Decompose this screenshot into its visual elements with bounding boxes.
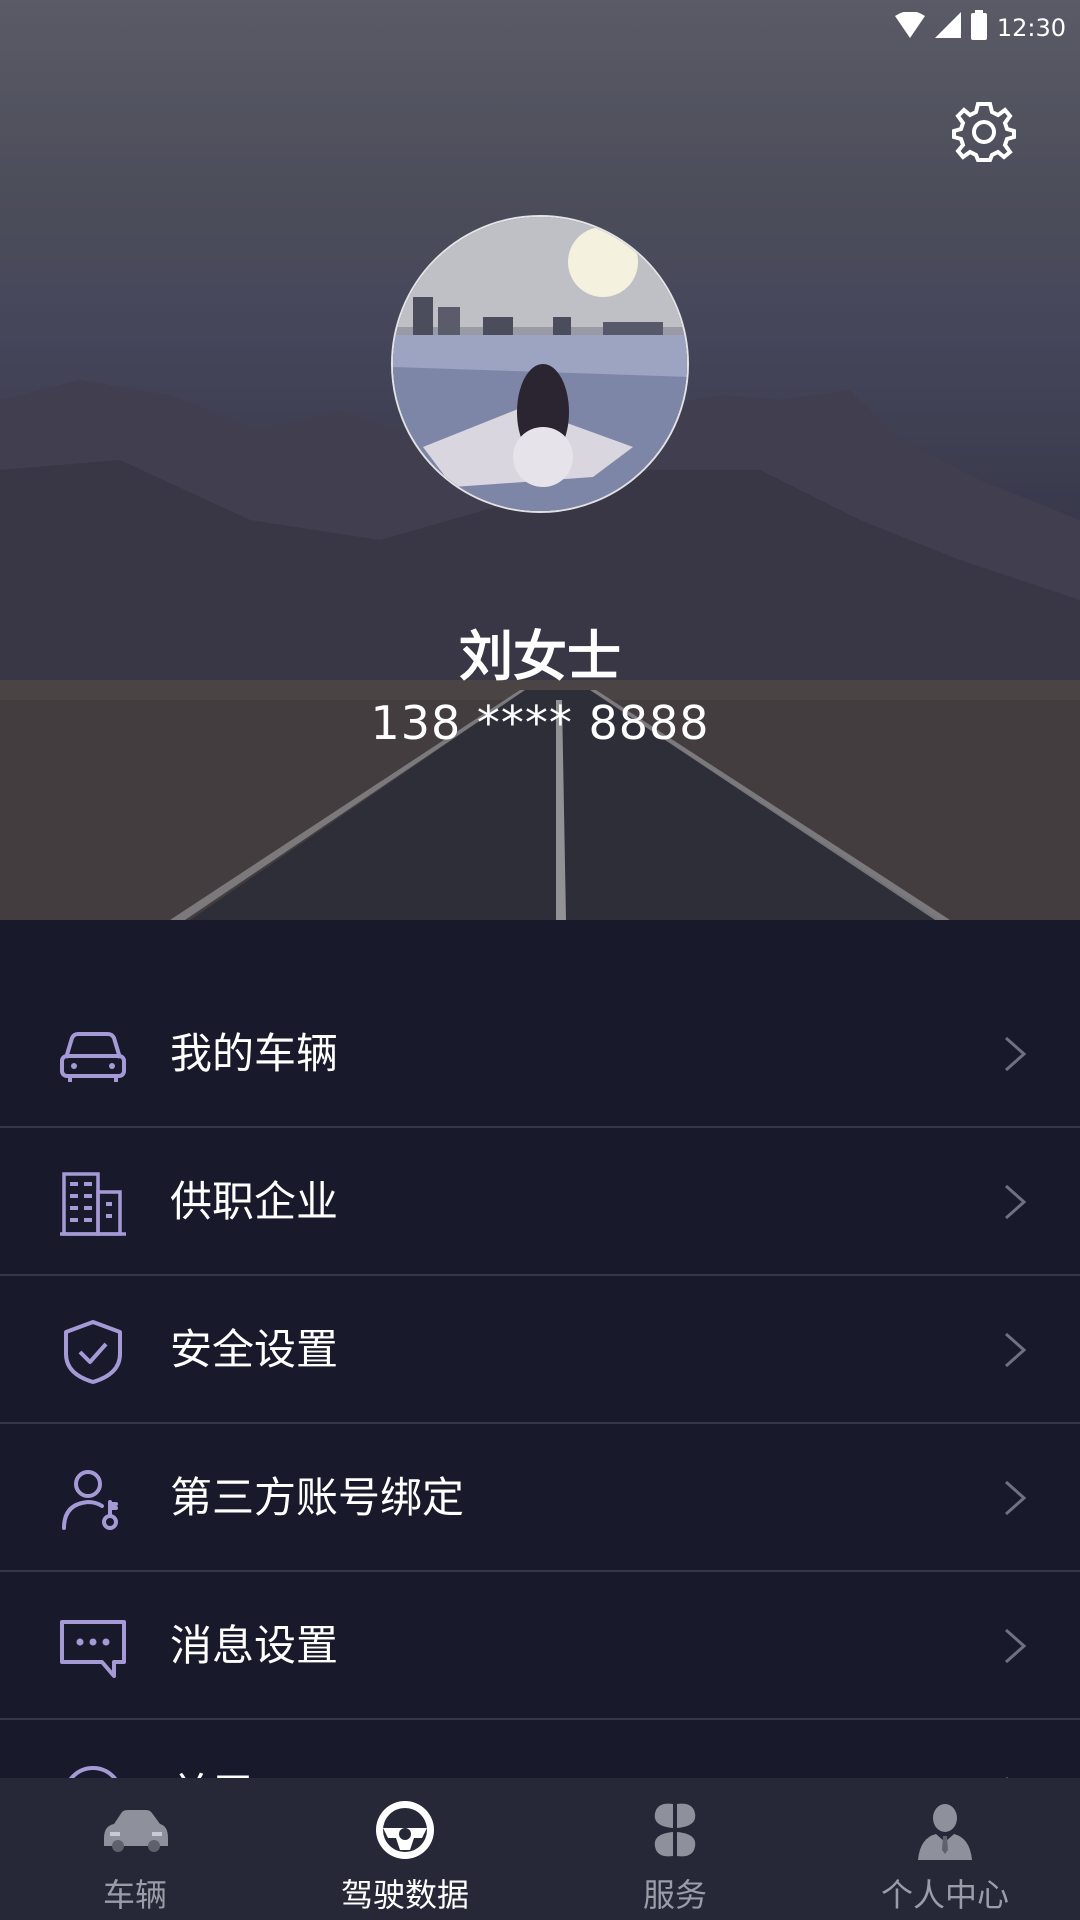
menu-item-third-party-binding[interactable]: 第三方账号绑定 (0, 1424, 1080, 1572)
user-phone: 138 **** 8888 (370, 696, 710, 750)
user-name: 刘女士 (459, 625, 621, 688)
chevron-right-icon (1005, 1036, 1027, 1072)
menu-item-about[interactable]: 关于 (0, 1720, 1080, 1780)
shield-check-icon (64, 1320, 122, 1384)
menu-item-label: 安全设置 (170, 1325, 339, 1374)
building-icon (60, 1172, 126, 1236)
signal-icon (934, 12, 961, 44)
car-icon (104, 1810, 168, 1852)
avatar[interactable] (391, 215, 689, 513)
menu-item-label: 第三方账号绑定 (170, 1473, 465, 1522)
tab-label: 驾驶数据 (340, 1876, 469, 1914)
status-bar: 12:30 (894, 0, 1080, 56)
menu-item-label: 消息设置 (170, 1621, 339, 1670)
tab-label: 个人中心 (880, 1876, 1009, 1914)
chevron-right-icon (1005, 1184, 1027, 1220)
settings-button[interactable] (952, 100, 1016, 164)
user-key-icon (62, 1470, 118, 1530)
gear-icon (952, 102, 1016, 162)
menu-item-label: 供职企业 (170, 1177, 339, 1226)
menu-item-my-vehicles[interactable]: 我的车辆 (0, 980, 1080, 1128)
chevron-right-icon (1005, 1480, 1027, 1516)
steering-wheel-icon (376, 1801, 434, 1859)
settings-menu: 我的车辆 供职企业 安全设置 第三方账号绑定 消息设置 (0, 920, 1080, 1780)
tab-vehicles[interactable]: 车辆 (0, 1778, 270, 1920)
tab-label: 服务 (642, 1876, 707, 1914)
tab-services[interactable]: 服务 (540, 1778, 810, 1920)
message-icon (60, 1620, 126, 1678)
bottom-tab-bar: 车辆 驾驶数据 服务 个人中心 (0, 1778, 1080, 1920)
car-icon (60, 1032, 126, 1082)
profile-header: 12:30 刘女士 138 **** 8888 (0, 0, 1080, 920)
menu-item-label: 关于 (170, 1720, 254, 1780)
chevron-right-icon (1005, 1628, 1027, 1664)
tab-label: 车辆 (102, 1876, 167, 1914)
clover-icon (654, 1803, 696, 1857)
tab-driving-data[interactable]: 驾驶数据 (270, 1778, 540, 1920)
menu-item-employer[interactable]: 供职企业 (0, 1128, 1080, 1276)
avatar-image (393, 217, 687, 511)
menu-item-security[interactable]: 安全设置 (0, 1276, 1080, 1424)
wifi-icon (894, 11, 925, 44)
menu-item-message-settings[interactable]: 消息设置 (0, 1572, 1080, 1720)
person-icon (918, 1804, 972, 1860)
status-time: 12:30 (996, 14, 1066, 42)
battery-icon (970, 10, 987, 46)
tab-personal-center[interactable]: 个人中心 (810, 1778, 1080, 1920)
menu-item-label: 我的车辆 (170, 1029, 339, 1078)
chevron-right-icon (1005, 1332, 1027, 1368)
